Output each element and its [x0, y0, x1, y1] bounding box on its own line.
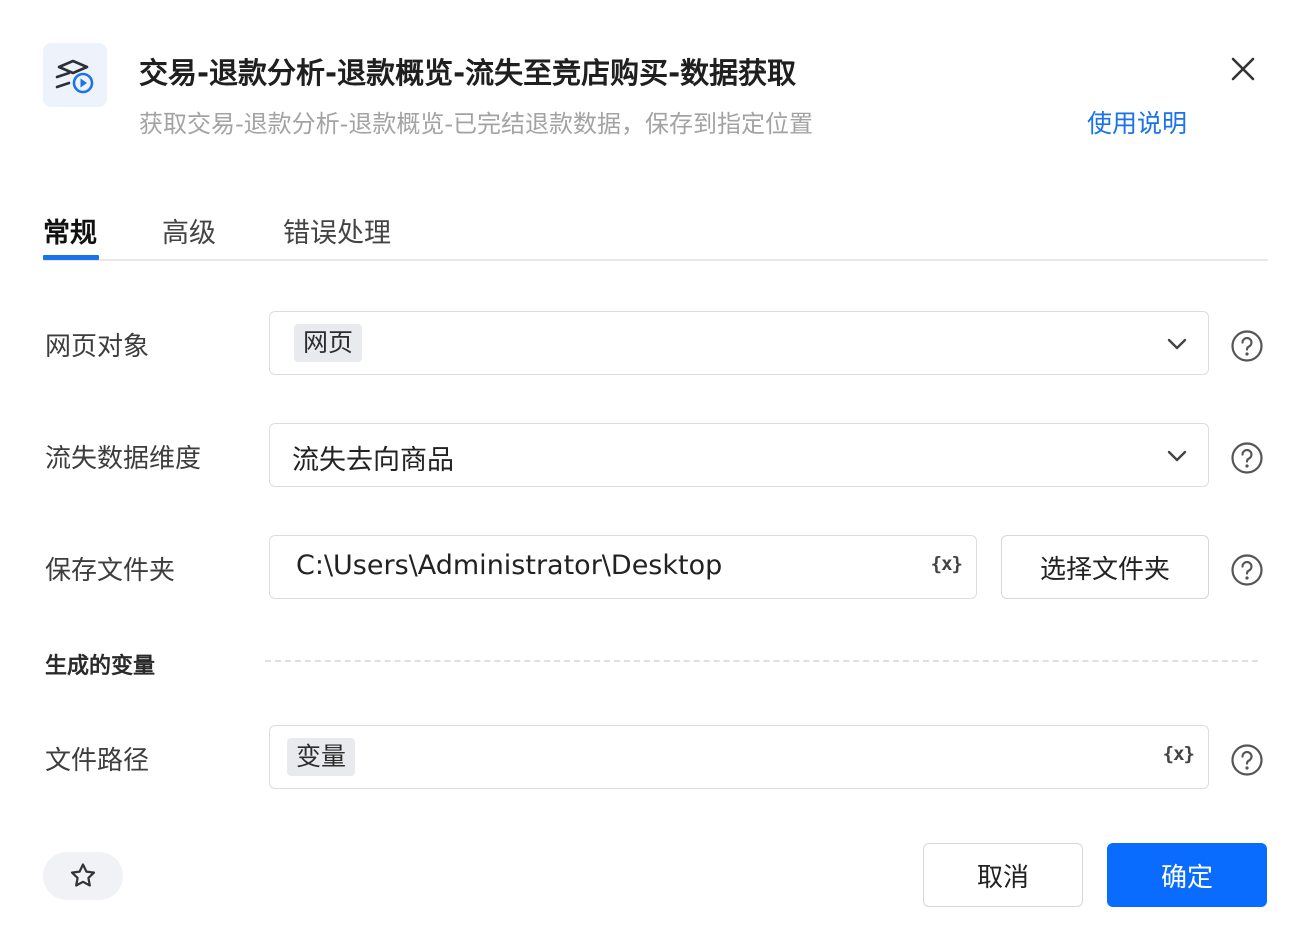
tab-general[interactable]: 常规 — [43, 211, 97, 250]
tab-error-handling[interactable]: 错误处理 — [283, 211, 391, 250]
loss-dimension-value: 流失去向商品 — [292, 445, 454, 476]
file-path-input[interactable]: 变量 {x} — [269, 725, 1209, 789]
confirm-button[interactable]: 确定 — [1107, 843, 1267, 907]
loss-dimension-select[interactable]: 流失去向商品 — [269, 423, 1209, 487]
favorite-button[interactable] — [43, 852, 123, 900]
tab-bar: 常规 高级 错误处理 — [43, 203, 1268, 261]
save-folder-input[interactable]: C:\Users\Administrator\Desktop {x} — [269, 535, 977, 599]
tab-advanced[interactable]: 高级 — [162, 211, 216, 250]
help-question-icon[interactable] — [1230, 329, 1264, 363]
variable-insert-icon[interactable]: {x} — [931, 553, 963, 575]
star-icon — [70, 863, 96, 887]
file-path-variable-tag: 变量 — [287, 738, 356, 776]
loss-dimension-label: 流失数据维度 — [45, 444, 202, 474]
variable-insert-icon[interactable]: {x} — [1163, 743, 1195, 765]
help-question-icon[interactable] — [1230, 553, 1264, 587]
chevron-down-icon — [1166, 334, 1188, 354]
file-path-label: 文件路径 — [45, 746, 150, 776]
help-question-icon[interactable] — [1230, 743, 1264, 777]
save-folder-label: 保存文件夹 — [45, 556, 176, 586]
dialog-subtitle: 获取交易-退款分析-退款概览-已完结退款数据，保存到指定位置 — [139, 110, 813, 138]
app-flow-icon — [43, 43, 107, 107]
save-folder-path: C:\Users\Administrator\Desktop — [296, 550, 723, 581]
dialog-title: 交易-退款分析-退款概览-流失至竞店购买-数据获取 — [139, 56, 797, 90]
cancel-button[interactable]: 取消 — [923, 843, 1083, 907]
web-object-select[interactable]: 网页 — [269, 311, 1209, 375]
close-icon[interactable] — [1224, 50, 1262, 88]
web-object-tag: 网页 — [294, 324, 363, 362]
choose-folder-button[interactable]: 选择文件夹 — [1001, 535, 1209, 599]
section-divider — [265, 660, 1258, 662]
help-question-icon[interactable] — [1230, 441, 1264, 475]
generated-variables-heading: 生成的变量 — [45, 654, 156, 679]
chevron-down-icon — [1166, 446, 1188, 466]
active-tab-indicator — [43, 255, 99, 260]
web-object-label: 网页对象 — [45, 332, 150, 362]
usage-help-link[interactable]: 使用说明 — [1087, 104, 1187, 140]
